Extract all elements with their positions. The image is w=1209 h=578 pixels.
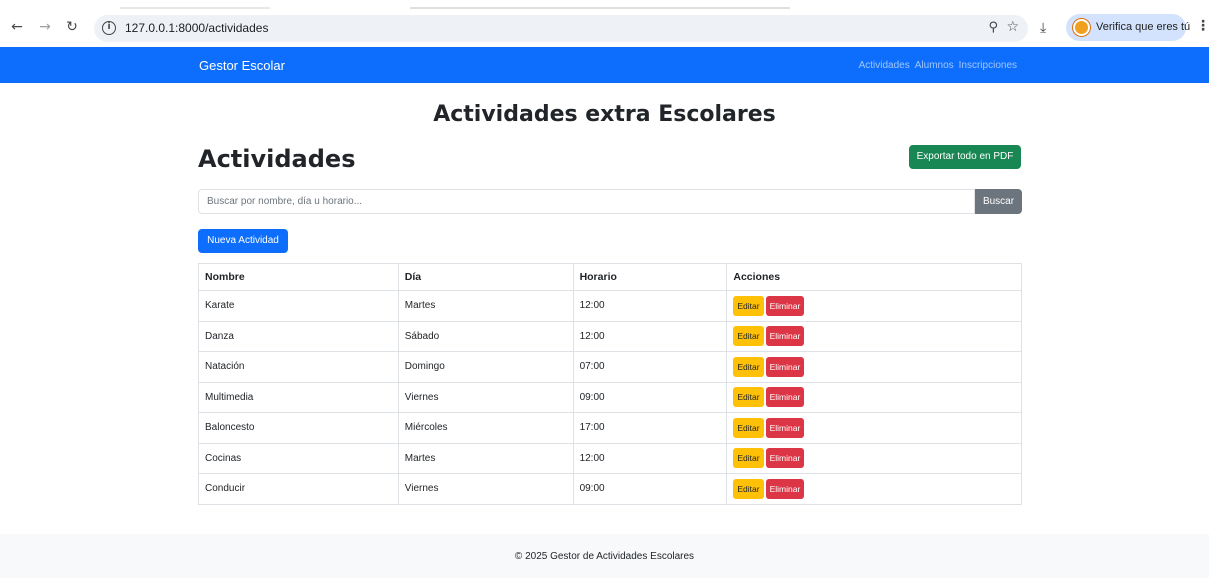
cell-horario: 12:00 — [572, 290, 728, 322]
cell-nombre: Danza — [198, 320, 399, 352]
table-row: Danza Sábado 12:00 Editar Eliminar — [198, 320, 1022, 352]
page-heading: Actividades extra Escolares — [433, 102, 776, 127]
cell-acciones: Editar Eliminar — [726, 290, 1022, 322]
cell-horario: 09:00 — [572, 381, 728, 413]
column-header-nombre: Nombre — [198, 263, 399, 291]
star-icon[interactable]: ☆ — [1006, 19, 1019, 35]
cell-nombre: Karate — [198, 290, 399, 322]
edit-button[interactable]: Editar — [733, 478, 764, 499]
cell-acciones: Editar Eliminar — [726, 320, 1022, 352]
forward-arrow-icon[interactable]: → — [36, 18, 54, 36]
navbar-links: Actividades Alumnos Inscripciones — [859, 60, 1017, 71]
cell-nombre: Multimedia — [198, 381, 399, 413]
column-header-acciones: Acciones — [726, 263, 1022, 291]
cell-acciones: Editar Eliminar — [726, 473, 1022, 505]
delete-button[interactable]: Eliminar — [765, 448, 805, 469]
cell-horario: 09:00 — [572, 473, 728, 505]
nav-link-inscripciones[interactable]: Inscripciones — [959, 60, 1017, 71]
app-navbar: Gestor Escolar Actividades Alumnos Inscr… — [0, 47, 1209, 83]
reload-icon[interactable]: ↻ — [63, 18, 81, 36]
cell-nombre: Baloncesto — [198, 412, 399, 444]
section-title: Actividades — [198, 145, 356, 173]
profile-button[interactable]: Verifica que eres tú — [1066, 14, 1190, 41]
cell-dia: Viernes — [397, 381, 574, 413]
table-row: Baloncesto Miércoles 17:00 Editar Elimina… — [198, 412, 1022, 444]
browser-toolbar: ← → ↻ i 127.0.0.1:8000/actividades ⚲ ☆ ⤓… — [0, 0, 1209, 47]
edit-button[interactable]: Editar — [733, 326, 764, 347]
cell-dia: Domingo — [397, 351, 574, 383]
edit-button[interactable]: Editar — [733, 387, 764, 408]
cell-nombre: Conducir — [198, 473, 399, 505]
nav-link-alumnos[interactable]: Alumnos — [915, 60, 954, 71]
edit-button[interactable]: Editar — [733, 295, 764, 316]
cell-nombre: Natación — [198, 351, 399, 383]
table-row: Natación Domingo 07:00 Editar Eliminar — [198, 351, 1022, 383]
table-header-row: Nombre Día Horario Acciones — [198, 263, 1022, 291]
column-header-dia: Día — [397, 263, 574, 291]
tab-indicator — [120, 7, 270, 9]
kebab-menu-icon[interactable]: ⋮ — [1196, 18, 1209, 34]
cell-dia: Martes — [397, 290, 574, 322]
cell-acciones: Editar Eliminar — [726, 381, 1022, 413]
delete-button[interactable]: Eliminar — [765, 387, 805, 408]
address-url[interactable]: 127.0.0.1:8000/actividades — [125, 21, 268, 35]
footer-text: © 2025 Gestor de Actividades Escolares — [514, 551, 695, 562]
navbar-brand[interactable]: Gestor Escolar — [199, 58, 285, 73]
cell-horario: 12:00 — [572, 442, 728, 474]
cell-dia: Martes — [397, 442, 574, 474]
cell-dia: Miércoles — [397, 412, 574, 444]
cell-nombre: Cocinas — [198, 442, 399, 474]
edit-button[interactable]: Editar — [733, 448, 764, 469]
tab-indicator — [410, 7, 790, 9]
table-row: Conducir Viernes 09:00 Editar Eliminar — [198, 473, 1022, 505]
cell-horario: 07:00 — [572, 351, 728, 383]
cell-acciones: Editar Eliminar — [726, 412, 1022, 444]
address-bar[interactable]: i 127.0.0.1:8000/actividades ⚲ ☆ — [94, 15, 1028, 42]
cell-dia: Viernes — [397, 473, 574, 505]
export-pdf-button[interactable]: Exportar todo en PDF — [909, 145, 1021, 169]
search-form: Buscar — [198, 189, 1022, 214]
column-header-horario: Horario — [572, 263, 728, 291]
tab-strip — [0, 0, 1209, 9]
table-row: Karate Martes 12:00 Editar Eliminar — [198, 290, 1022, 322]
cell-horario: 17:00 — [572, 412, 728, 444]
table-row: Multimedia Viernes 09:00 Editar Eliminar — [198, 381, 1022, 413]
delete-button[interactable]: Eliminar — [765, 356, 805, 377]
delete-button[interactable]: Eliminar — [765, 478, 805, 499]
edit-button[interactable]: Editar — [733, 356, 764, 377]
page-footer: © 2025 Gestor de Actividades Escolares — [0, 534, 1209, 578]
zoom-icon[interactable]: ⚲ — [988, 20, 998, 35]
delete-button[interactable]: Eliminar — [765, 417, 805, 438]
avatar-icon — [1073, 19, 1090, 36]
info-icon[interactable]: i — [102, 21, 116, 35]
table-row: Cocinas Martes 12:00 Editar Eliminar — [198, 442, 1022, 474]
download-icon[interactable]: ⤓ — [1040, 20, 1046, 36]
cell-horario: 12:00 — [572, 320, 728, 352]
new-activity-button[interactable]: Nueva Actividad — [198, 229, 288, 253]
search-button[interactable]: Buscar — [975, 189, 1022, 214]
delete-button[interactable]: Eliminar — [765, 295, 805, 316]
back-arrow-icon[interactable]: ← — [8, 18, 26, 36]
profile-label: Verifica que eres tú — [1096, 21, 1191, 33]
nav-link-actividades[interactable]: Actividades — [859, 60, 910, 71]
search-input[interactable] — [198, 189, 975, 214]
cell-acciones: Editar Eliminar — [726, 351, 1022, 383]
edit-button[interactable]: Editar — [733, 417, 764, 438]
activities-table: Nombre Día Horario Acciones Karate Marte… — [198, 263, 1022, 505]
cell-acciones: Editar Eliminar — [726, 442, 1022, 474]
cell-dia: Sábado — [397, 320, 574, 352]
delete-button[interactable]: Eliminar — [765, 326, 805, 347]
